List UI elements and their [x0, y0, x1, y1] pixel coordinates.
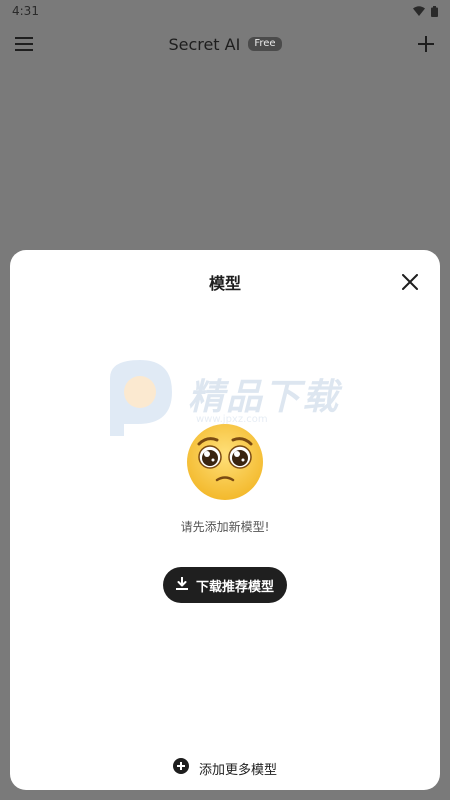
wifi-icon — [413, 6, 425, 16]
status-bar: 4:31 — [0, 0, 450, 22]
app-title: Secret AI — [168, 34, 241, 54]
pleading-face-emoji — [185, 422, 265, 502]
download-recommended-button[interactable]: 下载推荐模型 — [163, 567, 287, 603]
download-icon — [175, 575, 188, 594]
battery-icon — [431, 5, 438, 17]
watermark-logo-icon — [110, 360, 172, 436]
add-more-label: 添加更多模型 — [198, 762, 277, 778]
status-icons — [413, 5, 438, 17]
add-more-models-button[interactable]: 添加更多模型 — [10, 758, 440, 778]
sheet-title: 模型 — [208, 274, 241, 293]
empty-state-message: 请先添加新模型! — [180, 520, 270, 534]
close-icon[interactable] — [398, 270, 422, 294]
plus-circle-icon — [172, 758, 189, 778]
model-sheet: 模型 精品下载 www.jpxz.com 请先添加新模型! 下载推荐模型 添加更… — [10, 250, 440, 790]
plan-badge: Free — [248, 37, 282, 51]
status-time: 4:31 — [12, 4, 39, 18]
download-button-label: 下载推荐模型 — [195, 579, 274, 595]
plus-icon[interactable] — [414, 32, 438, 56]
app-title-group: Secret AI Free — [168, 34, 282, 54]
app-bar: Secret AI Free — [0, 22, 450, 66]
menu-icon[interactable] — [12, 32, 36, 56]
watermark-text: 精品下载 — [188, 377, 341, 418]
